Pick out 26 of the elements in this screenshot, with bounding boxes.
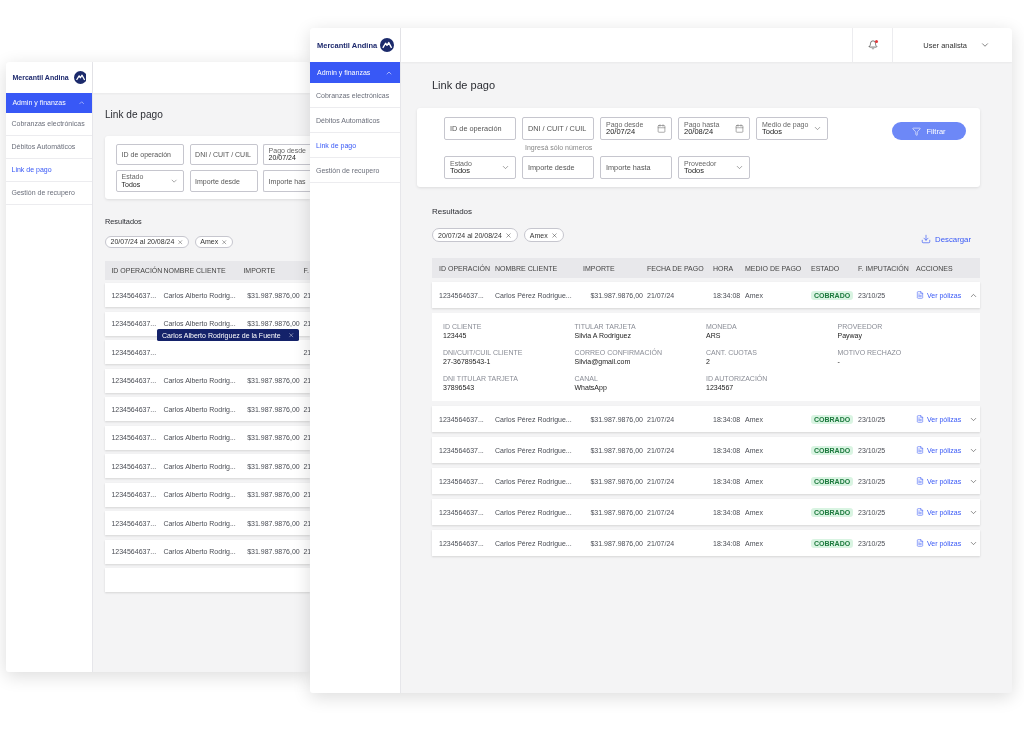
page-title: Link de pago <box>104 108 164 120</box>
close-icon <box>288 331 295 339</box>
download-icon <box>921 234 932 244</box>
document-icon <box>916 446 924 454</box>
document-icon <box>916 291 924 299</box>
chevron-down-icon <box>735 163 744 172</box>
calendar-icon <box>657 124 666 133</box>
close-icon <box>504 231 512 239</box>
chevron-down-icon <box>501 163 510 172</box>
filter-icon <box>912 126 922 136</box>
bell-icon <box>867 40 878 50</box>
logo-icon <box>73 71 87 85</box>
calendar-icon <box>735 124 744 133</box>
document-icon <box>916 539 924 547</box>
chevron-down-icon <box>980 40 990 50</box>
logo-icon <box>380 38 394 52</box>
section-title: Resultados <box>432 207 474 216</box>
close-icon <box>220 238 228 246</box>
page-title: Link de pago <box>432 79 496 91</box>
document-icon <box>916 415 924 423</box>
notification-bell[interactable] <box>867 40 878 50</box>
chevron-down-icon <box>813 124 822 133</box>
close-icon <box>550 231 558 239</box>
document-icon <box>916 508 924 516</box>
document-icon <box>916 477 924 485</box>
close-icon <box>177 238 184 246</box>
